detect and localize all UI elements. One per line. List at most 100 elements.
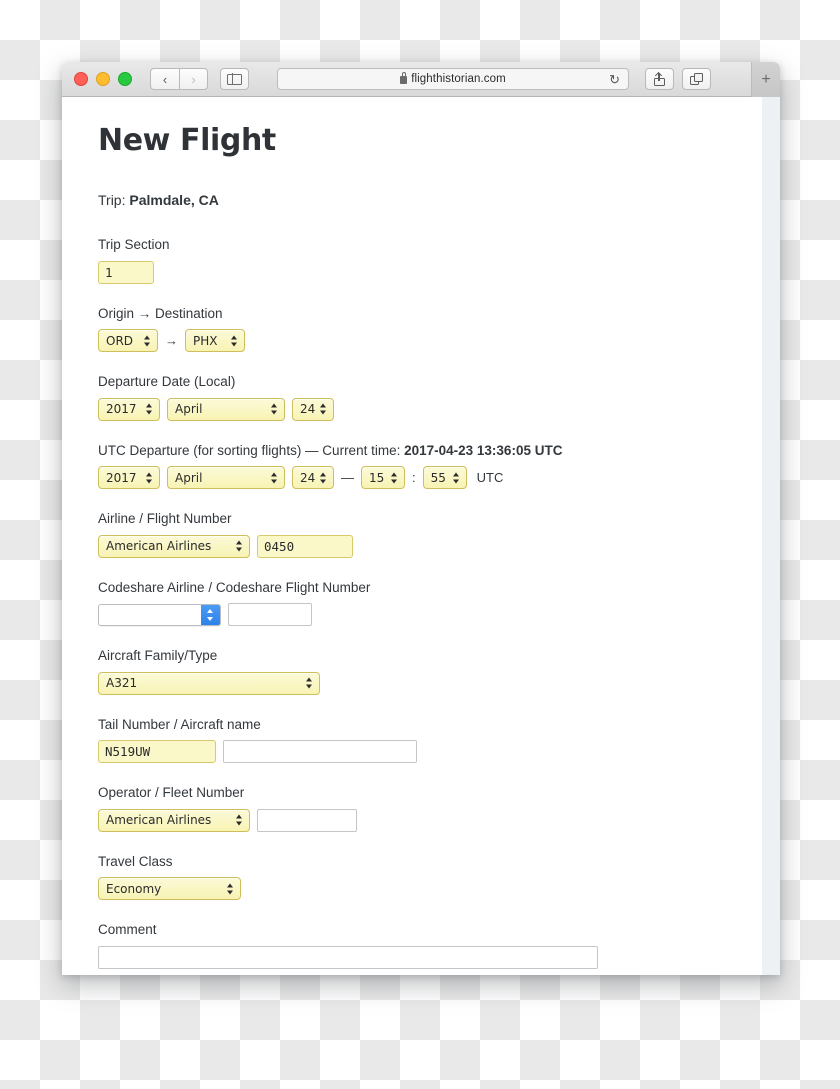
operator-label: Operator / Fleet Number xyxy=(98,785,245,801)
departure-day-select[interactable]: 24 xyxy=(292,397,334,421)
trip-section-label: Trip Section xyxy=(98,237,170,252)
page-title: New Flight xyxy=(98,123,276,158)
plus-icon: + xyxy=(761,71,771,88)
stepper-icon xyxy=(452,471,460,484)
field-departure-date: Departure Date (Local) 2017 April 24 xyxy=(98,373,762,421)
stepper-icon xyxy=(320,471,327,484)
travel-class-value: Economy xyxy=(106,881,162,896)
field-route: Origin → Destination ORD → PHX xyxy=(98,305,762,353)
stepper-icon xyxy=(271,403,278,416)
stepper-icon xyxy=(146,471,153,484)
browser-toolbar: ‹ › flighthistorian.com ↻ + xyxy=(62,62,780,98)
stepper-icon xyxy=(271,471,278,484)
utc-year-value: 2017 xyxy=(106,470,137,485)
airline-select[interactable]: American Airlines xyxy=(98,534,250,558)
stepper-icon xyxy=(146,403,153,416)
field-trip-section: Trip Section xyxy=(98,236,762,284)
trip-line: Trip: Palmdale, CA xyxy=(98,192,762,208)
utc-year-select[interactable]: 2017 xyxy=(98,466,160,490)
flight-number-input[interactable] xyxy=(257,534,353,558)
departure-month-value: April xyxy=(175,402,203,417)
utc-hour-value: 15 xyxy=(369,470,385,485)
field-operator: Operator / Fleet Number American Airline… xyxy=(98,784,762,832)
utc-hour-select[interactable]: 15 xyxy=(361,466,405,490)
navigation-buttons: ‹ › xyxy=(150,68,208,90)
destination-value: PHX xyxy=(193,333,218,348)
share-icon xyxy=(654,72,665,86)
codeshare-flight-number-input[interactable] xyxy=(228,603,312,627)
stepper-icon xyxy=(227,882,234,895)
departure-year-value: 2017 xyxy=(106,402,137,417)
travel-class-label: Travel Class xyxy=(98,853,173,869)
sidebar-toggle-button[interactable] xyxy=(220,68,249,90)
codeshare-label: Codeshare Airline / Codeshare Flight Num… xyxy=(98,579,371,595)
field-codeshare: Codeshare Airline / Codeshare Flight Num… xyxy=(98,579,762,627)
trip-section-input[interactable] xyxy=(98,260,154,284)
window-controls xyxy=(74,72,132,86)
utc-month-value: April xyxy=(175,470,203,485)
new-tab-button[interactable]: + xyxy=(751,62,780,98)
departure-year-select[interactable]: 2017 xyxy=(98,397,160,421)
field-tail: Tail Number / Aircraft name xyxy=(98,716,762,764)
field-aircraft: Aircraft Family/Type A321 xyxy=(98,647,762,695)
reload-icon[interactable]: ↻ xyxy=(609,73,620,86)
destination-select[interactable]: PHX xyxy=(185,329,245,353)
utc-minute-value: 55 xyxy=(430,470,446,485)
stepper-icon xyxy=(144,334,151,347)
comment-label: Comment xyxy=(98,922,157,938)
close-window-button[interactable] xyxy=(74,72,88,86)
operator-select[interactable]: American Airlines xyxy=(98,808,250,832)
departure-day-value: 24 xyxy=(300,402,316,417)
airline-value: American Airlines xyxy=(106,539,212,554)
back-button[interactable]: ‹ xyxy=(150,68,179,90)
departure-month-select[interactable]: April xyxy=(167,397,285,421)
utc-departure-label: UTC Departure (for sorting flights) — Cu… xyxy=(98,442,762,460)
url-text: flighthistorian.com xyxy=(411,73,506,85)
codeshare-airline-select[interactable] xyxy=(98,603,221,626)
aircraft-name-input[interactable] xyxy=(223,740,417,764)
chevron-right-icon: › xyxy=(191,71,196,87)
stepper-icon xyxy=(236,814,243,827)
stepper-icon xyxy=(201,604,220,625)
tail-number-input[interactable] xyxy=(98,740,216,764)
field-airline-flight: Airline / Flight Number American Airline… xyxy=(98,510,762,558)
utc-day-value: 24 xyxy=(300,470,316,485)
tail-label: Tail Number / Aircraft name xyxy=(98,716,261,732)
utc-minute-select[interactable]: 55 xyxy=(422,466,467,490)
tabs-icon xyxy=(690,73,703,85)
toolbar-right-buttons xyxy=(645,68,711,90)
utc-colon: : xyxy=(412,470,416,486)
aircraft-value: A321 xyxy=(106,676,138,691)
show-tabs-button[interactable] xyxy=(682,68,711,90)
field-comment: Comment xyxy=(98,921,762,970)
forward-button[interactable]: › xyxy=(179,68,208,90)
chevron-left-icon: ‹ xyxy=(162,71,168,87)
route-label: Origin → Destination xyxy=(98,305,223,321)
utc-month-select[interactable]: April xyxy=(167,466,285,490)
trip-label: Trip: xyxy=(98,192,126,208)
page-content: New Flight Trip: Palmdale, CA Trip Secti… xyxy=(62,97,762,975)
fleet-number-input[interactable] xyxy=(257,808,357,832)
comment-input[interactable] xyxy=(98,946,598,970)
trip-name: Palmdale, CA xyxy=(129,192,219,208)
address-bar[interactable]: flighthistorian.com ↻ xyxy=(277,68,629,90)
stepper-icon xyxy=(236,540,243,553)
departure-date-label: Departure Date (Local) xyxy=(98,374,236,390)
minimize-window-button[interactable] xyxy=(96,72,110,86)
maximize-window-button[interactable] xyxy=(118,72,132,86)
airline-flight-label: Airline / Flight Number xyxy=(98,511,232,527)
lock-icon xyxy=(400,72,408,84)
aircraft-select[interactable]: A321 xyxy=(98,671,320,695)
stepper-icon xyxy=(320,403,327,416)
origin-value: ORD xyxy=(106,333,134,348)
field-travel-class: Travel Class Economy xyxy=(98,853,762,901)
stepper-icon xyxy=(231,334,238,347)
utc-day-select[interactable]: 24 xyxy=(292,466,334,490)
share-button[interactable] xyxy=(645,68,674,90)
aircraft-label: Aircraft Family/Type xyxy=(98,648,218,664)
origin-select[interactable]: ORD xyxy=(98,329,158,353)
browser-window: ‹ › flighthistorian.com ↻ + New Flight T… xyxy=(62,62,780,975)
sidebar-icon xyxy=(227,73,242,85)
operator-value: American Airlines xyxy=(106,813,212,828)
travel-class-select[interactable]: Economy xyxy=(98,877,241,901)
